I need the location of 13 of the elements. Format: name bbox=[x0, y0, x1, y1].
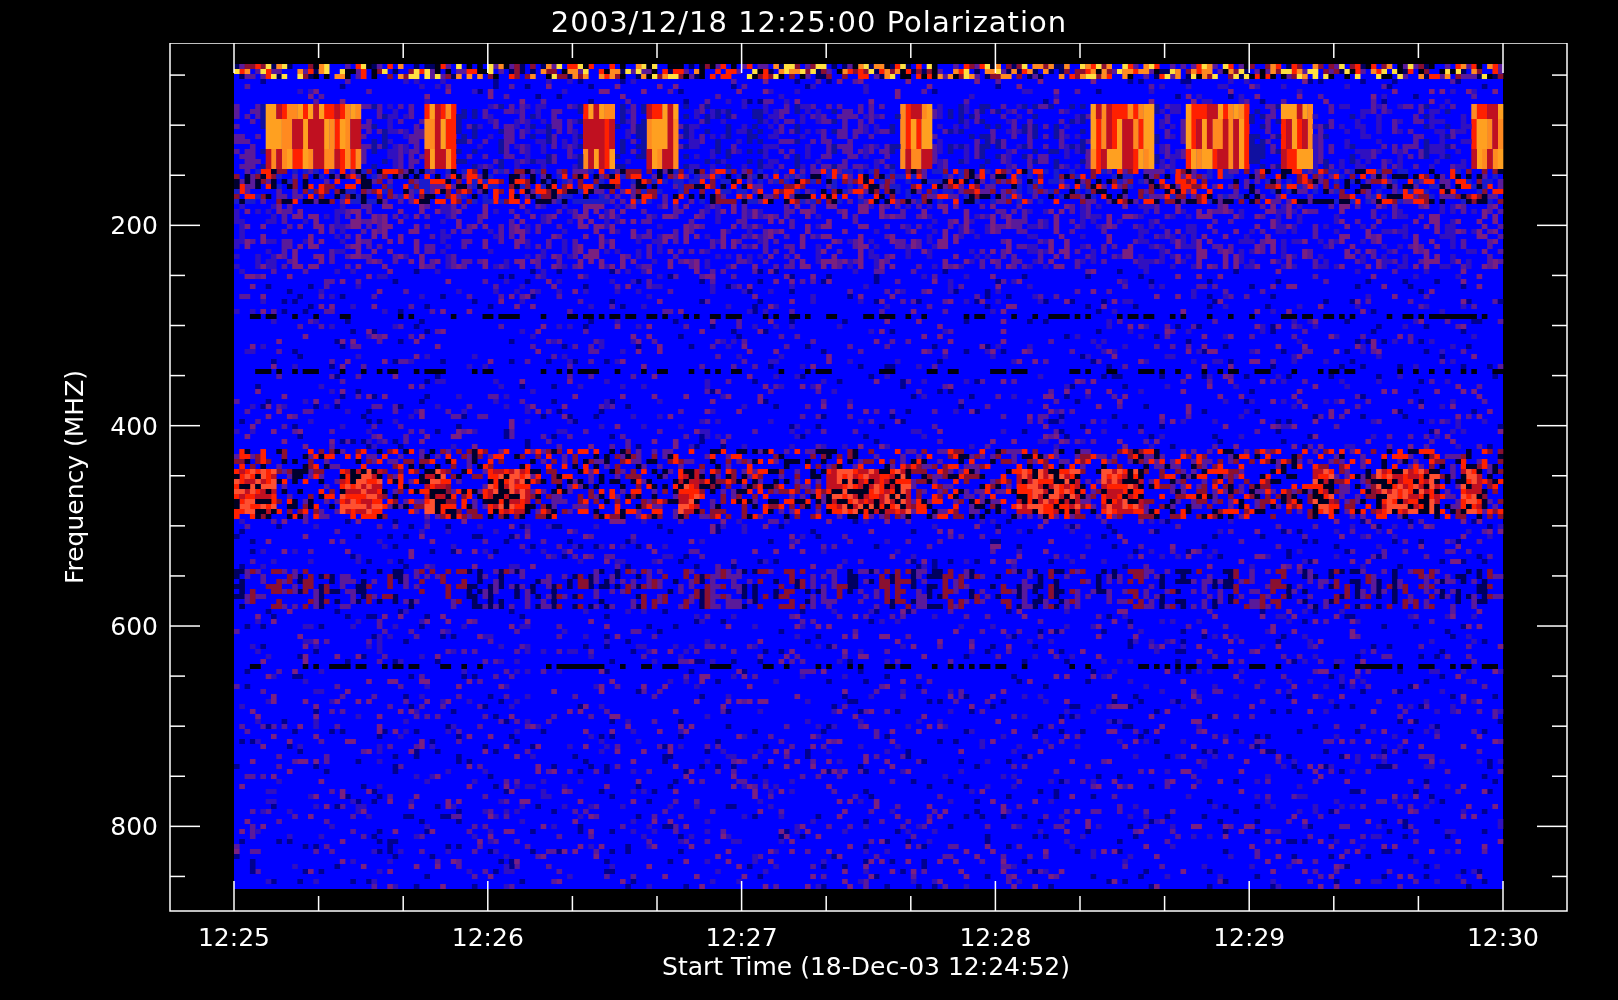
axis-tick-label: 12:25 bbox=[198, 923, 270, 952]
chart-title: 2003/12/18 12:25:00 Polarization bbox=[550, 4, 1068, 39]
axis-tick-label: 400 bbox=[110, 411, 158, 441]
axis-tick-label: 12:30 bbox=[1467, 923, 1539, 952]
axis-tick-label: 12:26 bbox=[451, 923, 524, 952]
axis-tick-label: 12:27 bbox=[705, 923, 778, 952]
axis-title: Start Time (18-Dec-03 12:24:52) bbox=[662, 952, 1070, 981]
axis-tick-label: 800 bbox=[110, 812, 158, 842]
axis-tick-label: 600 bbox=[110, 612, 158, 641]
axis-tick-label: 200 bbox=[110, 211, 158, 241]
axis-title: Frequency (MHZ) bbox=[60, 369, 89, 585]
axis-tick-label: 12:29 bbox=[1213, 923, 1286, 952]
axis-tick-label: 12:28 bbox=[959, 923, 1032, 952]
